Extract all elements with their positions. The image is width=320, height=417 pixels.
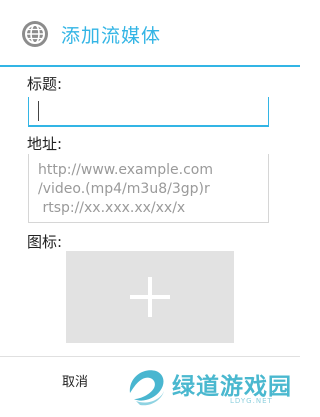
icon-label: 图标: <box>27 233 63 251</box>
text-cursor <box>38 101 39 121</box>
icon-picker-button[interactable] <box>66 251 234 343</box>
title-label: 标题: <box>27 75 63 93</box>
address-label: 地址: <box>27 135 63 153</box>
watermark-logo: 绿道游戏园 LDYG.NET <box>122 360 294 412</box>
title-input[interactable] <box>28 97 269 127</box>
watermark-swirl-icon <box>129 370 164 406</box>
dialog-title-bar: 添加流媒体 <box>0 0 300 67</box>
address-input[interactable]: http://www.example.com /video.(mp4/m3u8/… <box>28 154 269 223</box>
address-placeholder: http://www.example.com /video.(mp4/m3u8/… <box>38 162 214 216</box>
watermark-text: 绿道游戏园 <box>172 374 292 400</box>
dialog-title: 添加流媒体 <box>61 25 162 47</box>
watermark-subtext: LDYG.NET <box>230 397 273 405</box>
globe-icon <box>22 21 48 47</box>
